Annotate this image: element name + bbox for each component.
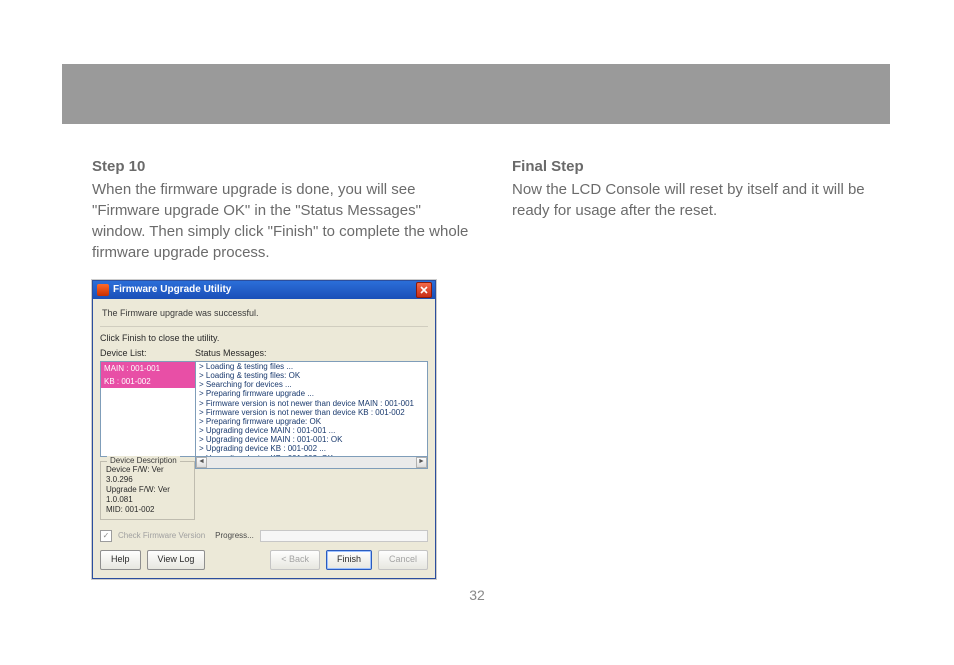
help-button[interactable]: Help — [100, 550, 141, 570]
step-10-title: Step 10 — [92, 156, 472, 177]
titlebar: Firmware Upgrade Utility — [93, 281, 435, 299]
check-firmware-checkbox[interactable]: ✓ — [100, 530, 112, 542]
status-line: > Firmware version is not newer than dev… — [196, 399, 427, 408]
status-line: > Upgrading device MAIN : 001-001 ... — [196, 426, 427, 435]
app-icon — [97, 284, 109, 296]
desc-line: Device F/W: Ver 3.0.296 — [106, 465, 189, 485]
scroll-track[interactable] — [207, 457, 416, 468]
cancel-button: Cancel — [378, 550, 428, 570]
list-item[interactable]: MAIN : 001-001 — [101, 362, 195, 375]
status-line: > Loading & testing files: OK — [196, 371, 427, 380]
page-number: 32 — [0, 586, 954, 606]
step-10-block: Step 10 When the firmware upgrade is don… — [92, 156, 472, 263]
status-messages-label: Status Messages: — [195, 346, 428, 361]
final-step-body: Now the LCD Console will reset by itself… — [512, 179, 892, 221]
scroll-right-icon[interactable]: ► — [416, 457, 427, 468]
header-band — [62, 64, 890, 124]
final-step-title: Final Step — [512, 156, 892, 177]
desc-line: MID: 001-002 — [106, 505, 189, 515]
device-description-group: Device Description Device F/W: Ver 3.0.2… — [100, 461, 195, 520]
device-description-legend: Device Description — [107, 456, 180, 466]
progress-bar — [260, 530, 428, 542]
status-line: > Upgrading device MAIN : 001-001: OK — [196, 435, 427, 444]
device-list[interactable]: MAIN : 001-001 KB : 001-002 — [100, 361, 195, 457]
status-line: > Preparing firmware upgrade ... — [196, 389, 427, 398]
status-messages[interactable]: > Loading & testing files ... > Loading … — [195, 361, 428, 457]
status-line: > Firmware version is not newer than dev… — [196, 408, 427, 417]
step-10-body: When the firmware upgrade is done, you w… — [92, 179, 472, 263]
device-list-label: Device List: — [100, 346, 195, 361]
status-line: > Searching for devices ... — [196, 380, 427, 389]
check-firmware-label: Check Firmware Version — [118, 530, 205, 541]
finish-button[interactable]: Finish — [326, 550, 372, 570]
scroll-left-icon[interactable]: ◄ — [196, 457, 207, 468]
status-line: > Upgrading device KB : 001-002 ... — [196, 444, 427, 453]
desc-line: Upgrade F/W: Ver 1.0.081 — [106, 485, 189, 505]
final-step-block: Final Step Now the LCD Console will rese… — [512, 156, 892, 263]
back-button: < Back — [270, 550, 320, 570]
status-line: > Upgrading device KB : 001-002: OK — [196, 454, 427, 457]
view-log-button[interactable]: View Log — [147, 550, 206, 570]
status-line: > Loading & testing files ... — [196, 362, 427, 371]
status-line: > Preparing firmware upgrade: OK — [196, 417, 427, 426]
instruction-text: Click Finish to close the utility. — [100, 332, 428, 345]
progress-label: Progress... — [215, 530, 254, 541]
success-banner: The Firmware upgrade was successful. — [100, 304, 428, 327]
firmware-upgrade-window: Firmware Upgrade Utility The Firmware up… — [92, 280, 436, 579]
close-button[interactable] — [416, 282, 432, 298]
close-icon — [420, 286, 428, 294]
list-item[interactable]: KB : 001-002 — [101, 375, 195, 388]
status-scrollbar[interactable]: ◄ ► — [195, 456, 428, 469]
window-title: Firmware Upgrade Utility — [113, 283, 231, 297]
